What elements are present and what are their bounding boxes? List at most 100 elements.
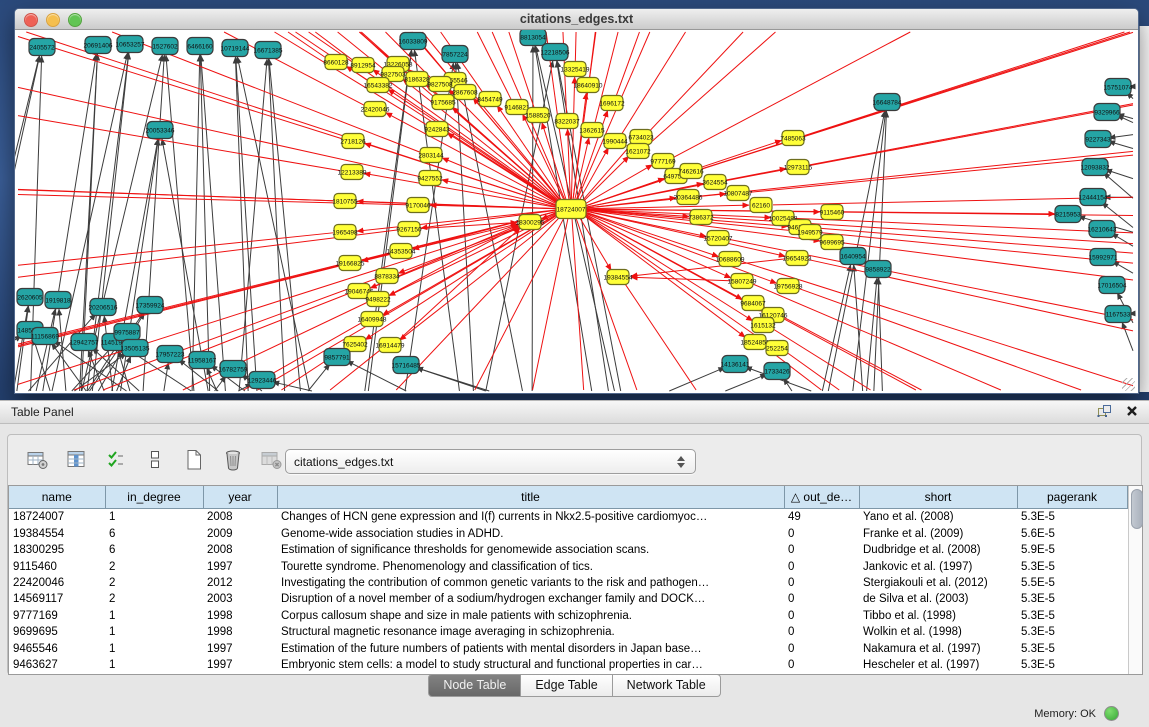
table-cell[interactable]: Franke et al. (2009): [859, 526, 1017, 542]
graph-node[interactable]: 8660128: [323, 55, 349, 70]
new-column-icon[interactable]: [182, 448, 206, 472]
graph-node[interactable]: 16033809: [399, 33, 428, 50]
table-cell[interactable]: Yano et al. (2008): [859, 509, 1017, 526]
graph-node[interactable]: 7462616: [678, 164, 704, 179]
attribute-table[interactable]: namein_degreeyeartitle△ out_de…shortpage…: [9, 486, 1128, 674]
column-checklist-icon[interactable]: [104, 448, 128, 472]
table-cell[interactable]: 0: [784, 526, 859, 542]
table-cell[interactable]: 2008: [203, 542, 277, 558]
graph-node[interactable]: 16648784: [873, 94, 902, 111]
table-cell[interactable]: 0: [784, 542, 859, 558]
table-selector-dropdown[interactable]: citations_edges.txt: [285, 449, 696, 474]
graph-node[interactable]: 12218506: [541, 44, 570, 61]
table-cell[interactable]: Investigating the contribution of common…: [277, 575, 784, 591]
table-cell[interactable]: 0: [784, 608, 859, 624]
window-titlebar[interactable]: citations_edges.txt: [15, 9, 1138, 30]
table-cell[interactable]: 14569117: [9, 591, 105, 607]
graph-node[interactable]: 12093832: [1081, 159, 1110, 176]
table-cell[interactable]: Corpus callosum shape and size in male p…: [277, 608, 784, 624]
graph-node[interactable]: 9175685: [430, 95, 456, 110]
graph-node[interactable]: 19654923: [783, 251, 812, 266]
table-cell[interactable]: 9777169: [9, 608, 105, 624]
graph-node[interactable]: 10653257: [116, 36, 145, 53]
table-cell[interactable]: 1998: [203, 608, 277, 624]
table-cell[interactable]: 9463627: [9, 657, 105, 674]
graph-node[interactable]: 1810755: [332, 194, 358, 209]
table-cell[interactable]: Tibbo et al. (1998): [859, 608, 1017, 624]
graph-node[interactable]: 20053346: [146, 122, 175, 139]
graph-node[interactable]: 2803144: [418, 148, 444, 163]
graph-node[interactable]: 12213389: [338, 165, 367, 180]
graph-node[interactable]: 9975887: [114, 324, 140, 341]
graph-node[interactable]: 9267150: [396, 222, 422, 237]
tab-edge-table[interactable]: Edge Table: [521, 674, 612, 697]
graph-node[interactable]: 1167533: [1105, 306, 1131, 323]
graph-node[interactable]: 15992971: [1089, 249, 1118, 266]
graph-node[interactable]: 1621072: [625, 144, 651, 159]
graph-node[interactable]: 16409948: [358, 312, 387, 327]
graph-node[interactable]: 9699695: [819, 235, 845, 250]
graph-node[interactable]: 16782759: [219, 361, 248, 378]
graph-node[interactable]: 1965498: [332, 225, 358, 240]
graph-node[interactable]: 62160: [750, 198, 772, 213]
table-cell[interactable]: 2012: [203, 575, 277, 591]
graph-node[interactable]: 1733426: [764, 363, 790, 380]
graph-node[interactable]: 16914479: [376, 338, 405, 353]
graph-node[interactable]: 9427552: [417, 171, 443, 186]
graph-node[interactable]: 1588520: [525, 108, 551, 123]
citation-network-graph[interactable]: 1872400786601288912954132260589827503818…: [15, 30, 1136, 392]
table-cell[interactable]: 2: [105, 575, 203, 591]
graph-node[interactable]: 13505135: [121, 340, 150, 357]
graph-node[interactable]: 6466160: [187, 38, 213, 55]
table-cell[interactable]: 5.5E-5: [1017, 575, 1127, 591]
graph-node[interactable]: 9857791: [324, 349, 350, 366]
graph-node[interactable]: 2620605: [17, 289, 43, 306]
graph-node[interactable]: 8454749: [477, 92, 503, 107]
table-cell[interactable]: 1997: [203, 558, 277, 574]
graph-node[interactable]: 1362615: [579, 123, 605, 138]
table-cell[interactable]: Dudbridge et al. (2008): [859, 542, 1017, 558]
column-header-outde[interactable]: △ out_de…: [784, 486, 859, 509]
graph-node[interactable]: 2867608: [452, 85, 478, 100]
memory-status-indicator[interactable]: [1104, 706, 1119, 721]
graph-node[interactable]: 7857224: [442, 46, 468, 63]
table-cell[interactable]: 5.3E-5: [1017, 624, 1127, 640]
graph-node[interactable]: 14353504: [387, 244, 416, 259]
table-cell[interactable]: 1: [105, 509, 203, 526]
graph-node[interactable]: 11958167: [188, 352, 217, 369]
tab-node-table[interactable]: Node Table: [428, 674, 521, 697]
graph-node[interactable]: 22420046: [361, 102, 390, 117]
graph-node[interactable]: 18300295: [516, 215, 545, 230]
graph-node[interactable]: 8322037: [554, 114, 580, 129]
table-gear-icon[interactable]: [26, 448, 50, 472]
column-header-year[interactable]: year: [203, 486, 277, 509]
table-cell[interactable]: 19384554: [9, 526, 105, 542]
graph-node[interactable]: 17359924: [136, 297, 165, 314]
table-cell[interactable]: 1: [105, 608, 203, 624]
table-cell[interactable]: 5.9E-5: [1017, 542, 1127, 558]
window-resize-grip[interactable]: [1122, 378, 1135, 391]
network-canvas[interactable]: 1872400786601288912954132260589827503818…: [15, 30, 1136, 392]
graph-node[interactable]: 1696172: [599, 96, 625, 111]
table-cell[interactable]: 9115460: [9, 558, 105, 574]
table-cell[interactable]: 0: [784, 558, 859, 574]
table-cell[interactable]: 5.3E-5: [1017, 591, 1127, 607]
table-cell[interactable]: 1: [105, 657, 203, 674]
table-cell[interactable]: 1: [105, 641, 203, 657]
table-cell[interactable]: Hescheler et al. (1997): [859, 657, 1017, 674]
table-cell[interactable]: 6: [105, 542, 203, 558]
table-row[interactable]: 946362711997Embryonic stem cells: a mode…: [9, 657, 1127, 674]
graph-node[interactable]: 15716485: [392, 357, 421, 374]
scrollbar-thumb[interactable]: [1131, 489, 1143, 529]
graph-node[interactable]: 20364486: [674, 190, 703, 205]
column-header-short[interactable]: short: [859, 486, 1017, 509]
table-cell[interactable]: 5.3E-5: [1017, 657, 1127, 674]
tab-network-table[interactable]: Network Table: [613, 674, 721, 697]
graph-node[interactable]: 1640954: [840, 248, 866, 265]
graph-node[interactable]: 9242843: [424, 122, 450, 137]
table-column-icon[interactable]: [65, 448, 89, 472]
column-header-pagerank[interactable]: pagerank: [1017, 486, 1127, 509]
graph-node[interactable]: 20206516: [89, 299, 118, 316]
graph-node[interactable]: 2405572: [29, 39, 55, 56]
table-cell[interactable]: 5.3E-5: [1017, 509, 1127, 526]
